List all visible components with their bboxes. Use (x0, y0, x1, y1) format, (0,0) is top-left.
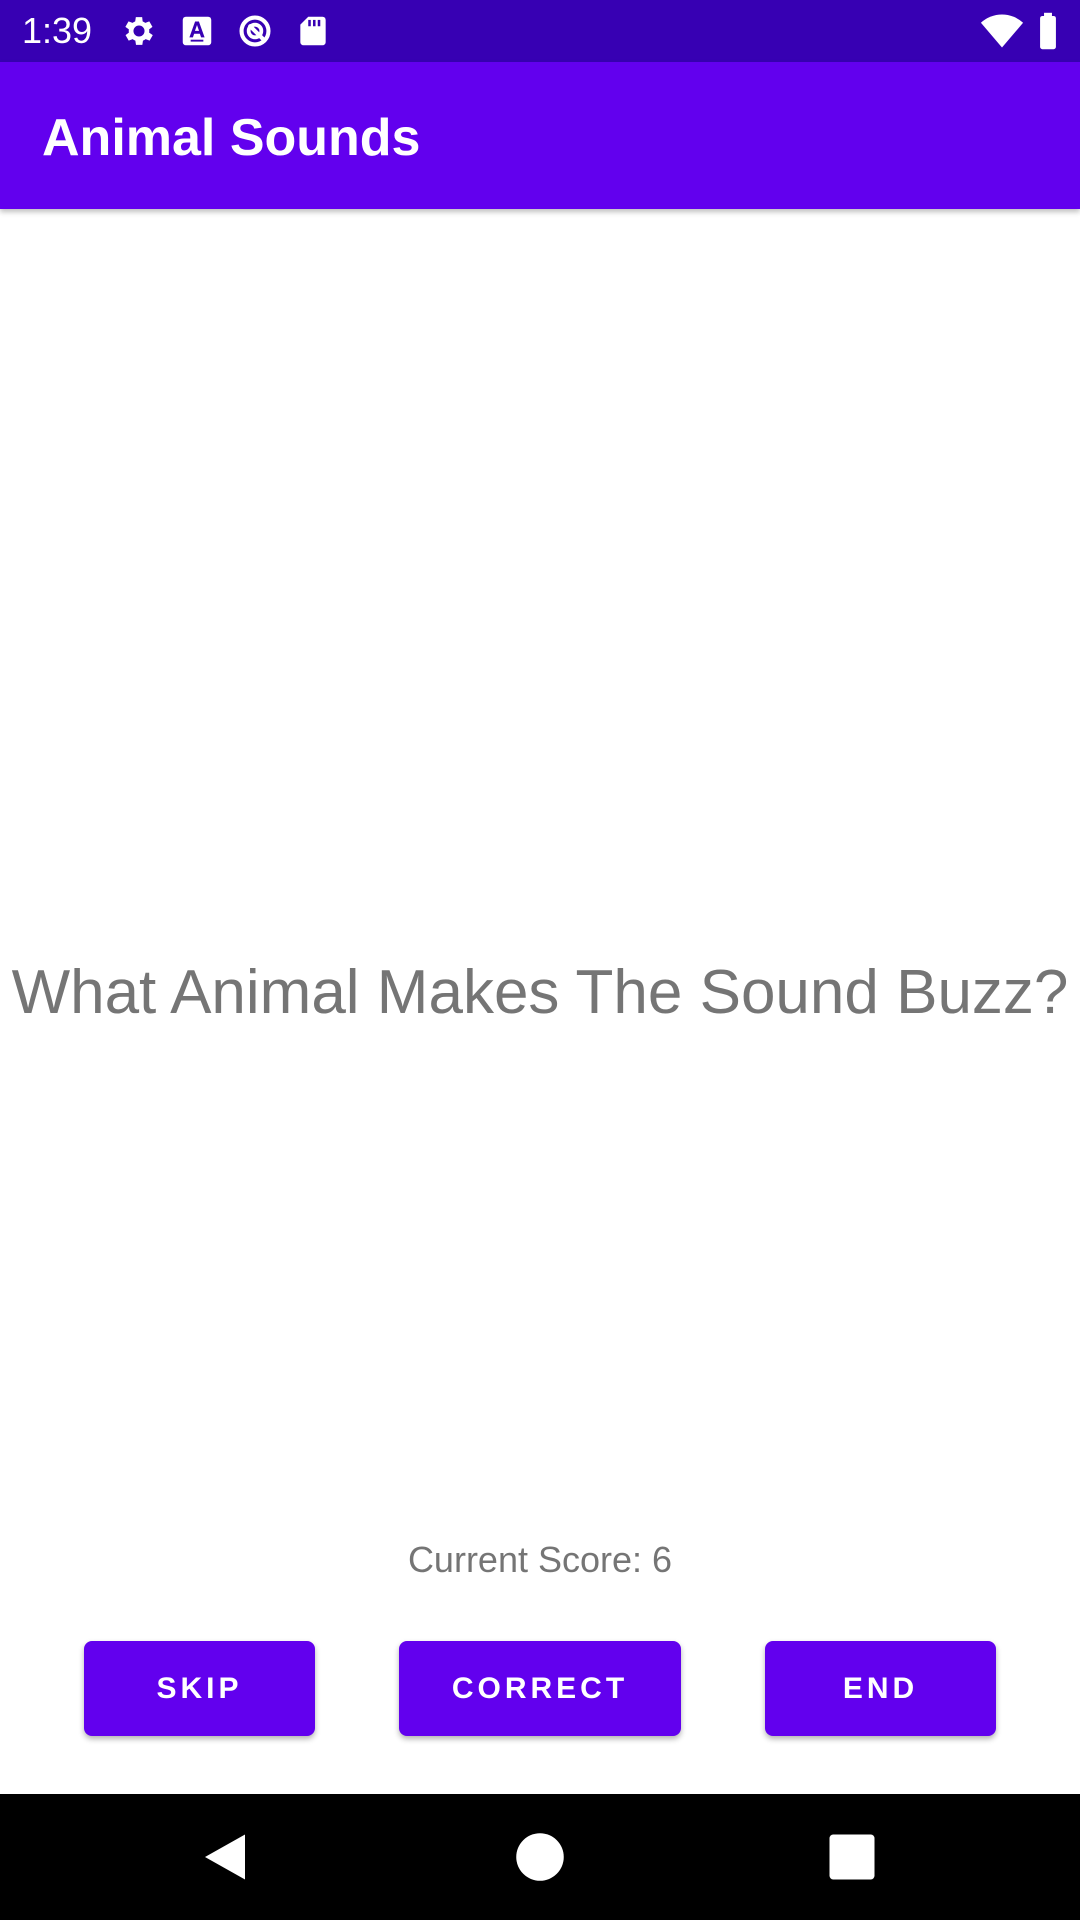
wifi-icon (980, 14, 1024, 48)
sd-card-icon (300, 16, 326, 46)
status-time: 1:39 (22, 10, 93, 51)
navigation-bar (0, 1794, 1080, 1920)
correct-button[interactable]: CORRECT (399, 1641, 681, 1736)
recents-icon[interactable] (822, 1827, 882, 1887)
current-score: Current Score: 6 (407, 1539, 673, 1580)
back-icon[interactable] (195, 1827, 255, 1887)
home-icon[interactable] (510, 1827, 570, 1887)
app-bar: Animal Sounds (0, 62, 1080, 209)
circle-sync-icon (239, 15, 271, 47)
skip-button[interactable]: SKIP (84, 1641, 315, 1736)
question-text: What Animal Makes The Sound Buzz? (11, 958, 1069, 1027)
gear-icon (125, 17, 153, 45)
font-a-icon (182, 16, 212, 46)
app-title: Animal Sounds (42, 109, 421, 167)
end-button[interactable]: END (765, 1641, 996, 1736)
battery-icon (1040, 12, 1056, 50)
status-bar: 1:39 (0, 0, 1080, 62)
